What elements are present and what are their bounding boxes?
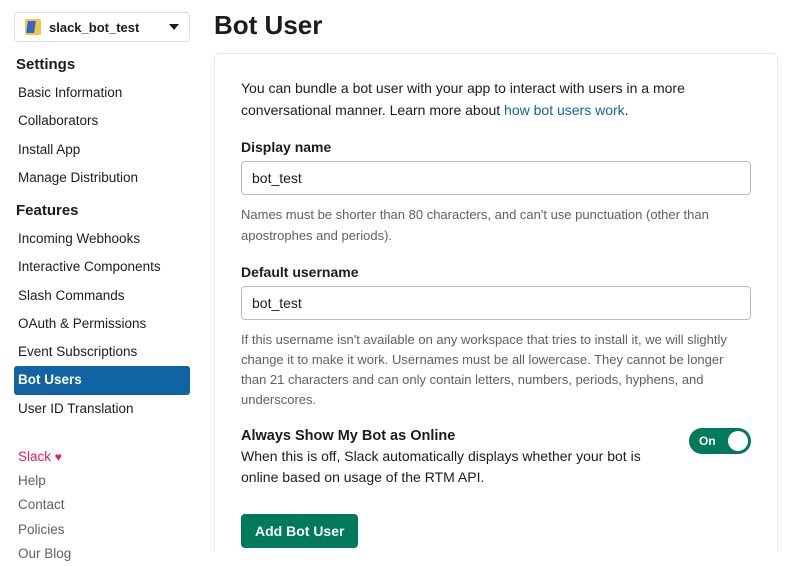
app-icon (25, 19, 41, 35)
sidebar-item-incoming-webhooks[interactable]: Incoming Webhooks (14, 225, 190, 253)
intro-suffix: . (625, 102, 629, 118)
online-toggle[interactable]: On (689, 428, 751, 454)
default-username-label: Default username (241, 264, 751, 280)
toggle-knob (728, 431, 748, 451)
footer-slack[interactable]: Slack ♥ (14, 445, 190, 469)
display-name-help: Names must be shorter than 80 characters… (241, 205, 751, 245)
online-toggle-row: Always Show My Bot as Online When this i… (241, 428, 751, 488)
display-name-input[interactable] (241, 161, 751, 195)
footer-contact[interactable]: Contact (14, 493, 190, 517)
sidebar: slack_bot_test Settings Basic Informatio… (0, 0, 200, 552)
online-toggle-label: Always Show My Bot as Online (241, 428, 673, 444)
footer-list: Slack ♥ Help Contact Policies Our Blog (14, 445, 190, 566)
features-heading: Features (16, 202, 190, 219)
sidebar-item-basic-information[interactable]: Basic Information (14, 79, 190, 107)
display-name-label: Display name (241, 139, 751, 155)
sidebar-item-install-app[interactable]: Install App (14, 136, 190, 164)
sidebar-item-interactive-components[interactable]: Interactive Components (14, 253, 190, 281)
sidebar-item-collaborators[interactable]: Collaborators (14, 107, 190, 135)
settings-list: Basic Information Collaborators Install … (14, 79, 190, 192)
sidebar-item-oauth-permissions[interactable]: OAuth & Permissions (14, 310, 190, 338)
sidebar-item-user-id-translation[interactable]: User ID Translation (14, 395, 190, 423)
sidebar-item-bot-users[interactable]: Bot Users (14, 366, 190, 394)
footer-help[interactable]: Help (14, 469, 190, 493)
app-selector[interactable]: slack_bot_test (14, 12, 190, 42)
bot-user-card: You can bundle a bot user with your app … (214, 53, 778, 552)
add-bot-user-button[interactable]: Add Bot User (241, 514, 358, 548)
page-title: Bot User (214, 10, 778, 41)
intro-text: You can bundle a bot user with your app … (241, 78, 751, 121)
app-selector-name: slack_bot_test (49, 20, 139, 35)
footer-policies[interactable]: Policies (14, 518, 190, 542)
default-username-help: If this username isn't available on any … (241, 330, 751, 411)
chevron-down-icon (169, 24, 179, 30)
online-toggle-state: On (699, 434, 716, 448)
sidebar-item-event-subscriptions[interactable]: Event Subscriptions (14, 338, 190, 366)
settings-heading: Settings (16, 56, 190, 73)
footer-blog[interactable]: Our Blog (14, 542, 190, 566)
main-content: Bot User You can bundle a bot user with … (200, 0, 800, 552)
bot-users-docs-link[interactable]: how bot users work (504, 102, 625, 118)
heart-icon: ♥ (55, 450, 62, 464)
online-toggle-desc: When this is off, Slack automatically di… (241, 446, 673, 488)
sidebar-item-slash-commands[interactable]: Slash Commands (14, 282, 190, 310)
sidebar-item-manage-distribution[interactable]: Manage Distribution (14, 164, 190, 192)
default-username-input[interactable] (241, 286, 751, 320)
features-list: Incoming Webhooks Interactive Components… (14, 225, 190, 423)
